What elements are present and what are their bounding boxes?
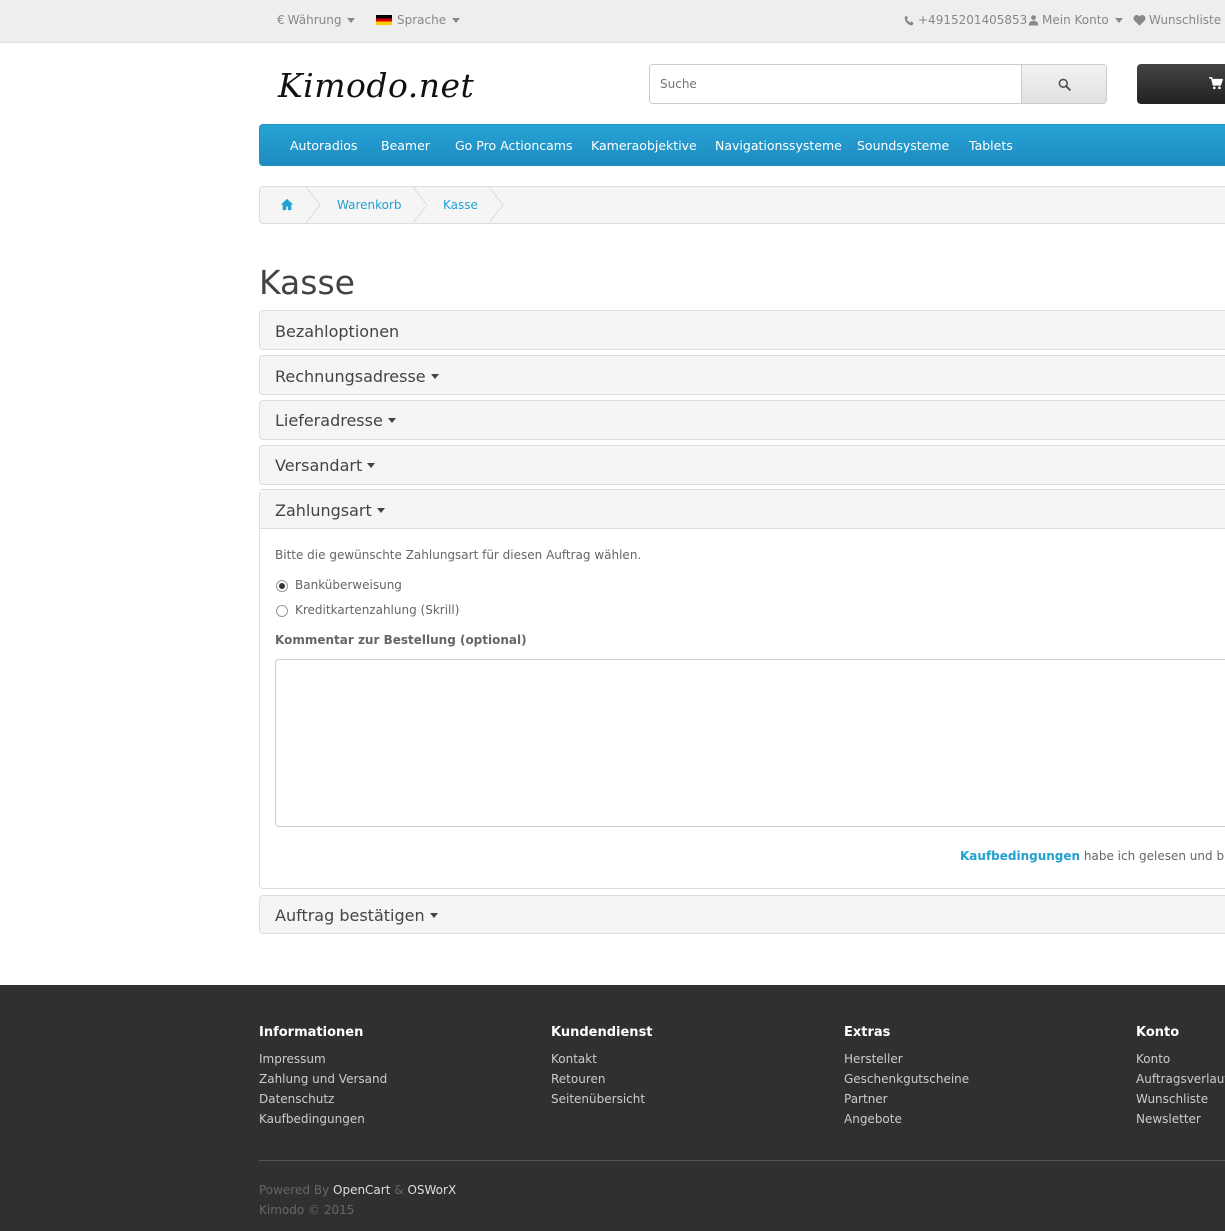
breadcrumb-separator [489, 187, 503, 223]
chevron-down-icon [430, 374, 439, 379]
menu-item-go-pro-actioncams[interactable]: Go Pro Actioncams [455, 138, 572, 153]
user-icon [1028, 15, 1039, 26]
footer-heading-kundendienst: Kundendienst [551, 1025, 653, 1040]
panel-title: Lieferadresse [275, 411, 383, 430]
account-dropdown[interactable]: Mein Konto [1028, 13, 1123, 27]
powered-prefix: Powered By [259, 1183, 330, 1197]
footer: Informationen Impressum Zahlung und Vers… [0, 985, 1225, 1231]
site-logo[interactable]: Kimodo.net [278, 66, 474, 105]
radio-kreditkarte[interactable] [276, 605, 288, 617]
breadcrumb: Warenkorb Kasse [259, 186, 1225, 224]
panel-versandart[interactable]: Versandart [259, 445, 1225, 485]
panel-title: Auftrag bestätigen [275, 906, 425, 925]
footer-link[interactable]: Wunschliste [1136, 1092, 1208, 1106]
menu-item-soundsysteme[interactable]: Soundsysteme [857, 138, 949, 153]
wishlist-link[interactable]: Wunschliste ( [1133, 13, 1225, 27]
panel-title: Rechnungsadresse [275, 367, 426, 386]
payment-option-label[interactable]: Banküberweisung [295, 578, 402, 592]
panel-title: Zahlungsart [275, 501, 372, 520]
search-button[interactable] [1021, 65, 1106, 103]
menu-item-beamer[interactable]: Beamer [381, 138, 430, 153]
payment-intro: Bitte die gewünschte Zahlungsart für die… [275, 548, 642, 562]
search-icon [1058, 78, 1071, 91]
currency-label: Währung [287, 13, 342, 27]
panel-header[interactable]: Zahlungsart [260, 490, 1225, 529]
panel-bezahloptionen[interactable]: Bezahloptionen [259, 310, 1225, 350]
chevron-down-icon [387, 418, 396, 423]
footer-heading-konto: Konto [1136, 1025, 1180, 1040]
copyright: Kimodo © 2015 [259, 1203, 355, 1217]
terms-text: habe ich gelesen und bin ein [1083, 849, 1225, 863]
menu-item-autoradios[interactable]: Autoradios [290, 138, 357, 153]
footer-link[interactable]: Angebote [844, 1112, 902, 1126]
breadcrumb-separator [413, 187, 427, 223]
terms-notice: Kaufbedingungen habe ich gelesen und bin… [960, 849, 1225, 863]
heart-icon [1133, 15, 1146, 26]
comment-label: Kommentar zur Bestellung (optional) [275, 633, 527, 647]
footer-heading-extras: Extras [844, 1025, 891, 1040]
home-icon[interactable] [280, 198, 294, 211]
menu-item-tablets[interactable]: Tablets [969, 138, 1013, 153]
currency-symbol: € [277, 13, 285, 27]
menu-item-navigationssysteme[interactable]: Navigationssysteme [715, 138, 842, 153]
footer-link[interactable]: Konto [1136, 1052, 1170, 1066]
wishlist-label: Wunschliste ( [1149, 13, 1225, 27]
german-flag-icon [376, 15, 392, 25]
breadcrumb-separator [306, 187, 320, 223]
terms-link[interactable]: Kaufbedingungen [960, 849, 1080, 863]
search-bar [649, 64, 1107, 104]
currency-dropdown[interactable]: € Währung [277, 13, 356, 27]
panel-rechnungsadresse[interactable]: Rechnungsadresse [259, 355, 1225, 395]
footer-link[interactable]: Hersteller [844, 1052, 903, 1066]
footer-link[interactable]: Zahlung und Versand [259, 1072, 387, 1086]
footer-divider [259, 1160, 1225, 1161]
chevron-down-icon [347, 17, 356, 23]
phone-link[interactable]: +4915201405853 [904, 13, 1027, 27]
comment-textarea[interactable] [275, 659, 1225, 827]
search-input[interactable] [650, 65, 1021, 103]
footer-link[interactable]: Kontakt [551, 1052, 597, 1066]
breadcrumb-item-kasse[interactable]: Kasse [443, 198, 478, 212]
top-bar: € Währung Sprache +4915201405853 Mein Ko… [0, 0, 1225, 43]
payment-option-label[interactable]: Kreditkartenzahlung (Skrill) [295, 603, 459, 617]
footer-link[interactable]: Newsletter [1136, 1112, 1201, 1126]
menu-item-kameraobjektive[interactable]: Kameraobjektive [591, 138, 697, 153]
opencart-link[interactable]: OpenCart [333, 1183, 390, 1197]
chevron-down-icon [1114, 17, 1123, 23]
phone-icon [904, 15, 914, 25]
cart-button[interactable] [1137, 64, 1225, 104]
panel-zahlungsart: Zahlungsart Bitte die gewünschte Zahlung… [259, 489, 1225, 889]
powered-by: Powered By OpenCart & OSWorX [259, 1183, 456, 1197]
main-menu: Autoradios Beamer Go Pro Actioncams Kame… [259, 124, 1225, 166]
panel-title: Versandart [275, 456, 363, 475]
footer-link[interactable]: Kaufbedingungen [259, 1112, 365, 1126]
chevron-down-icon [376, 508, 385, 513]
footer-link[interactable]: Auftragsverlauf [1136, 1072, 1225, 1086]
chevron-down-icon [367, 463, 376, 468]
panel-auftrag-bestaetigen[interactable]: Auftrag bestätigen [259, 895, 1225, 934]
chevron-down-icon [429, 913, 438, 918]
breadcrumb-item-warenkorb[interactable]: Warenkorb [337, 198, 402, 212]
panel-lieferadresse[interactable]: Lieferadresse [259, 400, 1225, 440]
osworx-link[interactable]: OSWorX [407, 1183, 456, 1197]
page-title: Kasse [259, 263, 355, 302]
footer-heading-informationen: Informationen [259, 1025, 364, 1040]
footer-link[interactable]: Datenschutz [259, 1092, 334, 1106]
panel-title: Bezahloptionen [275, 322, 400, 341]
radio-bankueberweisung[interactable] [276, 580, 288, 592]
footer-link[interactable]: Retouren [551, 1072, 606, 1086]
footer-link[interactable]: Impressum [259, 1052, 326, 1066]
phone-number: +4915201405853 [918, 13, 1028, 27]
footer-link[interactable]: Seitenübersicht [551, 1092, 645, 1106]
account-label: Mein Konto [1042, 13, 1109, 27]
chevron-down-icon [452, 17, 461, 23]
cart-icon [1209, 77, 1223, 90]
footer-link[interactable]: Partner [844, 1092, 888, 1106]
footer-link[interactable]: Geschenkgutscheine [844, 1072, 969, 1086]
language-label: Sprache [397, 13, 447, 27]
powered-amp: & [394, 1183, 404, 1197]
language-dropdown[interactable]: Sprache [376, 13, 461, 27]
